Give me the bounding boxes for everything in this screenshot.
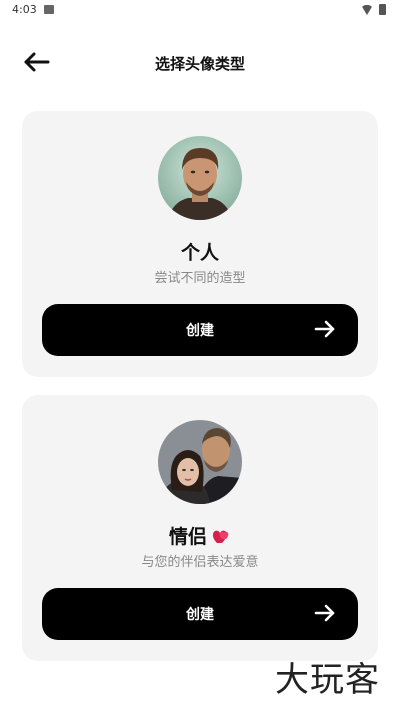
card-title: 情侣 — [22, 522, 378, 549]
status-bar: 4:03 — [0, 0, 400, 20]
status-icons — [361, 4, 386, 15]
create-button-couple[interactable]: 创建 — [42, 588, 358, 640]
arrow-right-icon — [314, 604, 335, 622]
card-title: 个人 — [180, 242, 219, 264]
wifi-icon — [361, 4, 373, 15]
avatar-couple — [158, 420, 242, 504]
create-button-label: 创建 — [186, 607, 214, 623]
card-subtitle: 与您的伴侣表达爱意 — [141, 555, 259, 570]
watermark: 大玩客 — [275, 660, 380, 700]
page-title: 选择头像类型 — [154, 55, 245, 73]
status-time: 4:03 — [12, 3, 37, 16]
create-button-personal[interactable]: 创建 — [42, 304, 358, 356]
battery-icon — [379, 4, 386, 15]
avatar-type-card-couple: 情侣 与您的伴侣表达爱意 创建 — [22, 395, 378, 661]
heart-emoji-icon — [212, 530, 229, 543]
create-button-label: 创建 — [186, 323, 214, 339]
card-title-text: 情侣 — [168, 526, 207, 548]
card-subtitle: 尝试不同的造型 — [154, 271, 246, 286]
arrow-right-icon — [314, 320, 335, 338]
header: 选择头像类型 — [0, 44, 400, 80]
avatar-type-card-personal: 个人 尝试不同的造型 创建 — [22, 111, 378, 377]
gallery-notification-icon — [44, 5, 54, 14]
avatar-man — [158, 136, 242, 220]
